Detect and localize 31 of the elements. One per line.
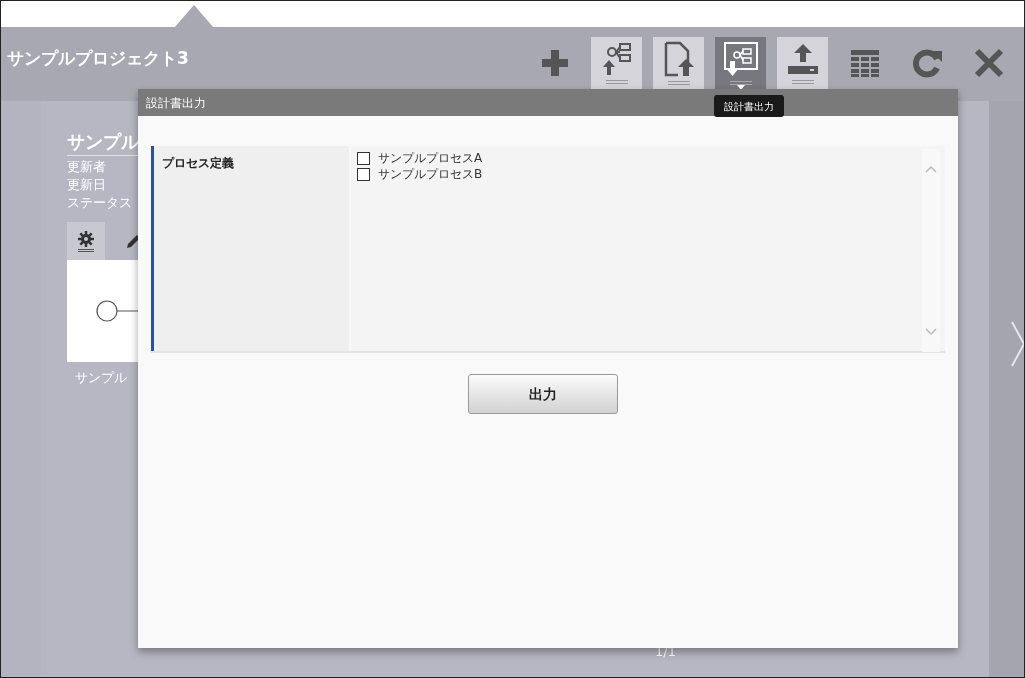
underline-icon: [605, 80, 628, 84]
output-button[interactable]: 出力: [468, 374, 618, 414]
plus-icon: [539, 48, 570, 78]
checkbox[interactable]: [357, 167, 370, 181]
option-checkbox[interactable]: サンプルプロセスA: [357, 150, 483, 166]
section-label: プロセス定義: [162, 156, 234, 170]
toolbar-button[interactable]: [653, 37, 704, 89]
option-checkbox[interactable]: サンプルプロセスB: [357, 166, 483, 182]
tooltip-text: 設計書出力: [724, 99, 774, 114]
toolbar-button[interactable]: [777, 37, 828, 89]
pencil-icon[interactable]: [127, 234, 141, 248]
option-label: サンプルプロセスA: [378, 150, 483, 166]
option-label: サンプルプロセスB: [378, 166, 483, 182]
toolbar-button[interactable]: [715, 37, 766, 89]
field-label: 更新者: [67, 158, 106, 176]
field-label: 更新日: [67, 176, 106, 194]
underline-icon: [667, 81, 690, 85]
tray-upload-icon: [785, 42, 820, 76]
checkbox[interactable]: [357, 151, 370, 165]
gear-icon: [78, 230, 94, 247]
project-title: サンプルプロジェクト3: [7, 47, 189, 70]
document-upload-icon: [662, 41, 695, 77]
table-icon: [849, 48, 880, 78]
dialog-title: 設計書出力: [146, 94, 206, 112]
refresh-icon: [910, 47, 943, 79]
underline-icon: [791, 80, 814, 84]
settings-tab[interactable]: [67, 222, 105, 260]
close-icon: [972, 47, 1005, 79]
diagram-download-icon: [722, 41, 759, 77]
card-caption: サンプル: [75, 369, 128, 387]
toolbar-button[interactable]: [591, 37, 642, 89]
